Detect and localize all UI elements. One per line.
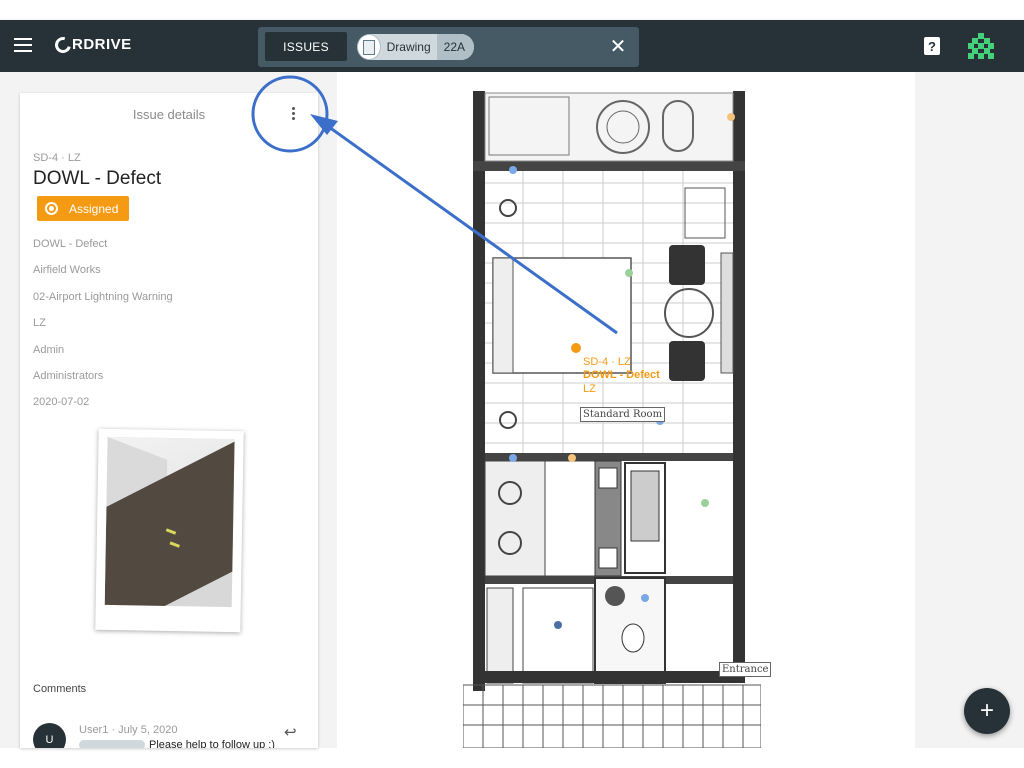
pin-issue-title[interactable]: DOWL - Defect — [583, 369, 660, 381]
top-margin — [0, 0, 1024, 20]
issue-id: SD-4 · LZ — [33, 152, 81, 164]
field-date: 2020-07-02 — [33, 396, 90, 408]
issue-photo[interactable] — [95, 428, 244, 633]
field-group: Administrators — [33, 370, 104, 382]
filter-bar: ISSUES Drawing 22A ✕ — [258, 27, 639, 67]
logo-text: RDRIVE — [72, 36, 132, 53]
app-logo[interactable]: RDRIVE — [52, 33, 132, 56]
status-label: Assigned — [69, 201, 119, 216]
comment-avatar: U — [33, 723, 66, 748]
field-assignee: Admin — [33, 344, 65, 356]
reply-icon[interactable]: ↩ — [284, 723, 300, 741]
field-category: Airfield Works — [33, 264, 101, 276]
hamburger-icon[interactable] — [14, 38, 32, 52]
issue-title: DOWL - Defect — [33, 168, 162, 189]
entrance-label: Entrance — [719, 662, 772, 677]
comment-body: Please help to follow up :) — [79, 739, 275, 748]
issue-pin[interactable] — [571, 343, 581, 353]
document-icon — [357, 34, 381, 60]
issues-button[interactable]: ISSUES — [265, 32, 347, 61]
help-icon[interactable]: ? — [924, 37, 940, 55]
field-type: DOWL - Defect — [33, 238, 108, 250]
mention-chip[interactable] — [79, 740, 145, 748]
app-bar: RDRIVE ISSUES Drawing 22A ✕ ? — [0, 20, 1024, 72]
status-badge[interactable]: Assigned — [37, 196, 129, 221]
field-location: LZ — [33, 317, 46, 329]
comment-meta: User1 · July 5, 2020 — [79, 724, 178, 736]
comments-heading: Comments — [33, 683, 87, 695]
field-subcategory: 02-Airport Lightning Warning — [33, 291, 173, 303]
plus-icon: + — [979, 697, 994, 724]
issue-details-panel: Issue details SD-4 · LZ DOWL - Defect As… — [20, 93, 318, 748]
comment-text: Please help to follow up :) — [149, 739, 275, 748]
photo-image — [104, 436, 235, 608]
logo-mark-icon — [52, 33, 74, 56]
pin-issue-id: SD-4 · LZ — [583, 356, 631, 368]
room-label: Standard Room — [580, 407, 666, 422]
drawing-filter-chip[interactable]: Drawing 22A — [357, 34, 474, 60]
chip-count: 22A — [436, 34, 474, 60]
panel-title: Issue details — [132, 107, 206, 122]
more-vert-icon[interactable] — [288, 107, 298, 123]
status-icon — [45, 202, 58, 215]
add-issue-button[interactable]: + — [964, 688, 1010, 734]
close-icon[interactable]: ✕ — [607, 35, 629, 58]
chip-label: Drawing — [386, 40, 431, 54]
user-avatar[interactable] — [968, 33, 994, 59]
pin-location: LZ — [583, 383, 596, 395]
